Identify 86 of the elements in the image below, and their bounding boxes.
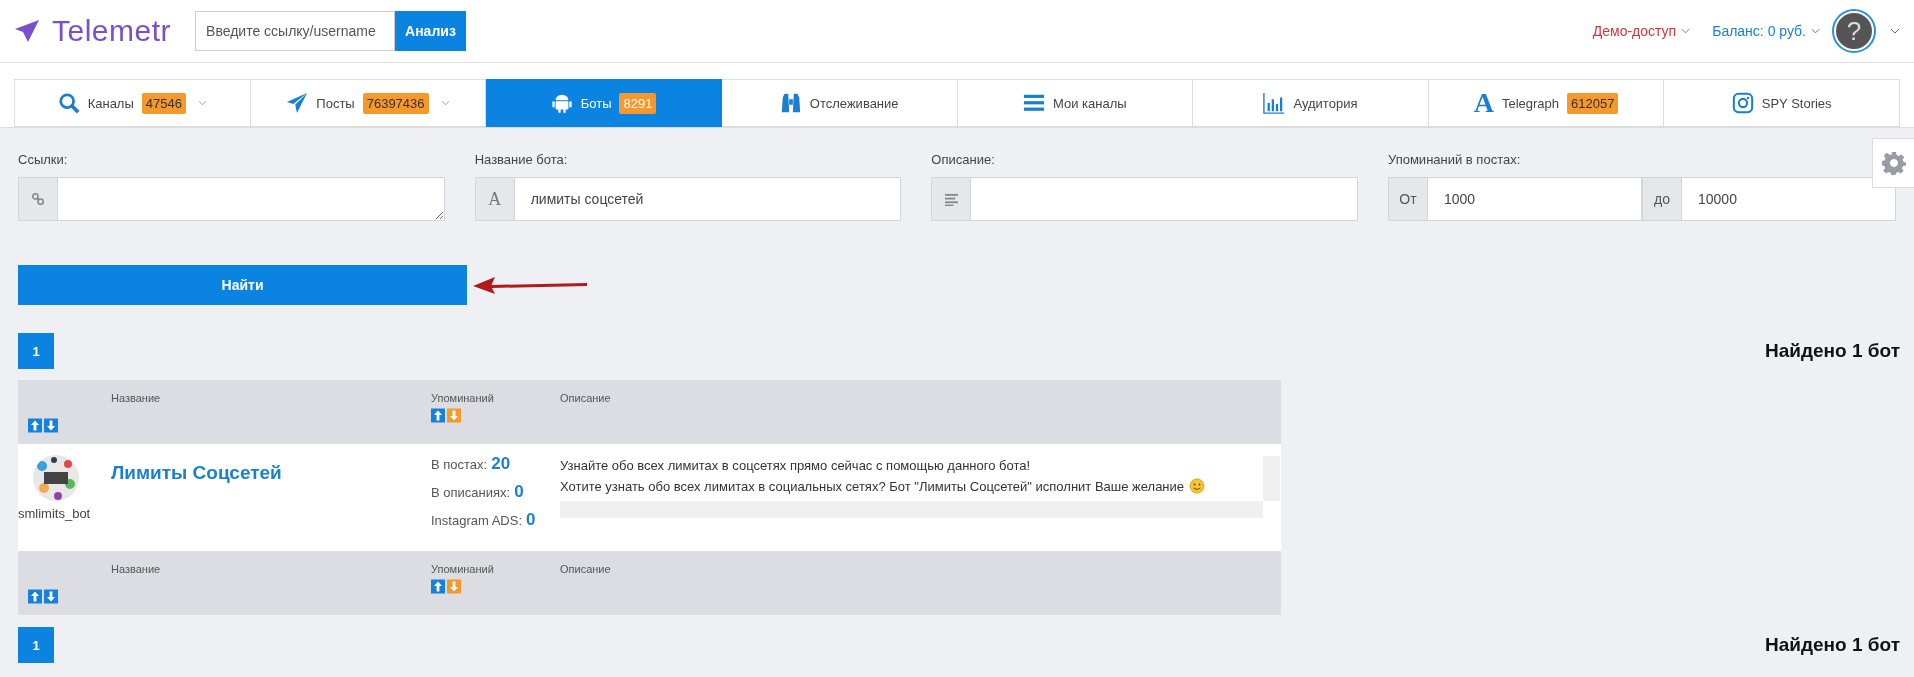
demo-access-link[interactable]: Демо-доступ xyxy=(1592,23,1691,39)
nav-tab[interactable]: A Telegraph 612057 xyxy=(1428,79,1665,127)
nav-tab[interactable]: Боты 8291 xyxy=(486,79,722,127)
caret-icon xyxy=(197,100,207,106)
caret-icon xyxy=(1811,28,1820,34)
search-icon xyxy=(57,92,80,114)
count-badge: 47546 xyxy=(141,92,186,114)
sort-up-icon[interactable] xyxy=(431,407,445,424)
camera-icon xyxy=(1731,92,1754,114)
column-header: Описание xyxy=(560,392,612,404)
letter-icon: A xyxy=(1473,89,1494,117)
nav-tab[interactable]: SPY Stories xyxy=(1664,79,1900,127)
caret-icon[interactable] xyxy=(1890,28,1900,34)
description-field[interactable] xyxy=(971,177,1358,221)
nav-tab[interactable]: Аудитория xyxy=(1193,79,1429,127)
menu-icon xyxy=(1023,92,1045,114)
balance-link[interactable]: Баланс: 0 руб. xyxy=(1712,23,1820,39)
settings-icon xyxy=(1881,151,1906,175)
tab-label: Каналы xyxy=(87,95,134,111)
logo-text: Telemetr xyxy=(52,14,172,48)
nav-tab[interactable]: Каналы 47546 xyxy=(14,79,251,127)
to-field[interactable]: 10000 xyxy=(1682,177,1896,221)
sort-down-icon[interactable] xyxy=(44,588,58,605)
count-badge: 612057 xyxy=(1567,92,1619,114)
to-addon: до xyxy=(1642,177,1682,221)
column-header: Название xyxy=(111,563,162,575)
sort-up-icon[interactable] xyxy=(28,417,42,434)
results-count: Найдено 1 бот xyxy=(1765,634,1900,656)
find-button[interactable]: Найти xyxy=(18,265,467,305)
binoculars-icon xyxy=(779,92,802,114)
mention-count: 0 xyxy=(526,510,536,530)
text-lines-icon xyxy=(943,192,959,206)
column-header: Упоминаний xyxy=(431,392,495,404)
bot-name-link[interactable]: Лимиты Соцсетей xyxy=(111,462,282,484)
mention-label: Instagram ADS: xyxy=(431,513,523,528)
page-button[interactable]: 1 xyxy=(18,333,54,369)
caret-icon xyxy=(440,100,450,106)
bot-name-field[interactable]: лимиты соцсетей xyxy=(514,177,902,221)
links-field[interactable] xyxy=(58,177,445,221)
android-icon xyxy=(550,92,573,114)
bar-chart-icon xyxy=(1263,92,1286,114)
smiley-icon xyxy=(1189,478,1206,494)
settings-button[interactable] xyxy=(1872,138,1914,188)
nav-tab[interactable]: Мои каналы xyxy=(957,79,1194,127)
count-badge: 8291 xyxy=(619,92,657,114)
column-header: Описание xyxy=(560,563,612,575)
caret-icon xyxy=(1681,28,1691,34)
tab-label: Telegraph xyxy=(1501,95,1560,111)
paper-plane-icon xyxy=(286,92,309,114)
tab-label: Посты xyxy=(316,95,355,111)
link-icon xyxy=(31,192,45,206)
column-header: Название xyxy=(111,392,162,404)
tab-label: Отслеживание xyxy=(809,95,899,111)
mention-count: 20 xyxy=(491,454,511,474)
tab-label: SPY Stories xyxy=(1761,95,1832,111)
description-text: Хотите узнать обо всех лимитах в социальных сетях? Бот "Лимиты Соцсетей" исполнит Ваше желание xyxy=(560,478,1185,494)
sort-up-icon[interactable] xyxy=(28,588,42,605)
sort-down-icon[interactable] xyxy=(447,407,461,424)
logo-icon xyxy=(14,19,40,43)
description-text: Узнайте обо всех лимитах в соцсетях прямо сейчас с помощью данного бота! xyxy=(560,458,1031,473)
results-count: Найдено 1 бот xyxy=(1765,340,1900,362)
nav-tab[interactable]: Отслеживание xyxy=(721,79,958,127)
field-label: Описание: xyxy=(931,152,996,167)
from-addon: От xyxy=(1388,177,1428,221)
page-button[interactable]: 1 xyxy=(18,627,54,663)
tab-label: Аудитория xyxy=(1293,95,1358,111)
field-label: Упоминаний в постах: xyxy=(1388,152,1522,167)
sort-up-icon[interactable] xyxy=(431,578,445,595)
letter-addon: A xyxy=(474,177,515,221)
field-label: Ссылки: xyxy=(18,152,69,167)
mention-count: 0 xyxy=(514,482,524,502)
from-field[interactable]: 1000 xyxy=(1428,177,1642,221)
column-header: Упоминаний xyxy=(431,563,495,575)
count-badge: 76397436 xyxy=(362,92,429,114)
bot-username: smlimits_bot xyxy=(18,506,91,521)
sort-down-icon[interactable] xyxy=(44,417,58,434)
search-field[interactable]: Введите ссылку/username xyxy=(195,11,396,51)
mention-label: В постах: xyxy=(431,457,488,472)
user-avatar[interactable]: ? xyxy=(1834,11,1874,51)
sort-down-icon[interactable] xyxy=(447,578,461,595)
analyze-button[interactable]: Анализ xyxy=(395,11,466,51)
tab-label: Мои каналы xyxy=(1053,95,1127,111)
tab-label: Боты xyxy=(580,95,612,111)
field-label: Название бота: xyxy=(474,152,569,167)
nav-tab[interactable]: Посты 76397436 xyxy=(250,79,487,127)
mention-label: В описаниях: xyxy=(431,485,511,500)
